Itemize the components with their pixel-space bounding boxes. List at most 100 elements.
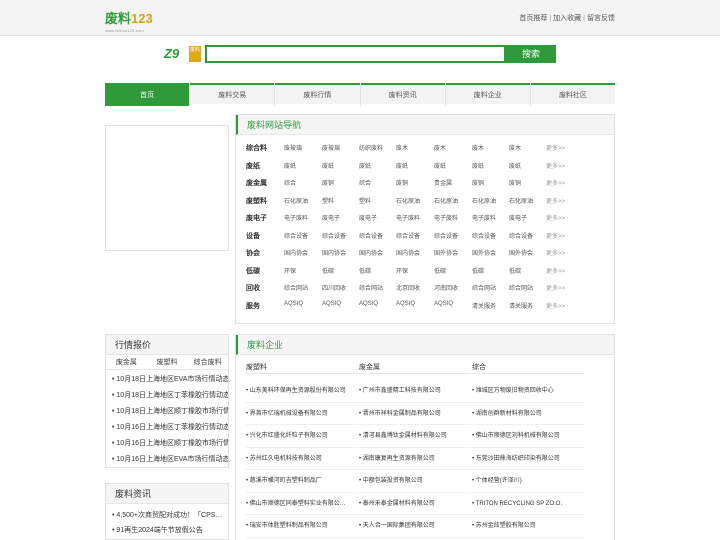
directory-link[interactable]: 废纸 [434, 161, 446, 170]
directory-link[interactable]: 国内协会 [322, 248, 346, 257]
directory-category[interactable]: 综合料 [246, 143, 267, 153]
directory-link[interactable]: 综合设备 [322, 231, 346, 240]
directory-link[interactable]: 废电子 [509, 213, 527, 222]
directory-link[interactable]: 综合网站 [359, 283, 383, 292]
directory-link[interactable]: 废木 [396, 143, 408, 152]
directory-link[interactable]: 废铜 [396, 178, 408, 187]
enterprise-item[interactable]: 个体经营(许泽川) [472, 470, 584, 493]
directory-category[interactable]: 废塑料 [246, 196, 267, 206]
search-button[interactable]: 搜索 [506, 45, 556, 63]
directory-link[interactable]: 国外协会 [509, 248, 533, 257]
directory-link[interactable]: 石化原油 [509, 196, 533, 205]
add-favorite-link[interactable]: 加入收藏 [553, 15, 581, 22]
feedback-link[interactable]: 留言反馈 [587, 15, 615, 22]
directory-category[interactable]: 协会 [246, 248, 260, 258]
directory-link[interactable]: 石化原油 [284, 196, 308, 205]
directory-link[interactable]: 废铜 [509, 178, 521, 187]
nav-news[interactable]: 废料资讯 [361, 83, 446, 106]
directory-link[interactable]: AQSIQ [396, 301, 415, 307]
enterprise-item[interactable]: 佛山市顺德区同泰塑料实业有限公… [246, 493, 358, 515]
directory-link[interactable]: 综合设备 [472, 231, 496, 240]
directory-more-link[interactable]: 更多>> [546, 283, 565, 292]
quote-item[interactable]: 10月18日上海地区顺丁橡胶市场行情 [112, 404, 228, 420]
directory-link[interactable]: 低碳 [509, 266, 521, 275]
directory-link[interactable]: AQSIQ [434, 301, 453, 307]
directory-link[interactable]: 国内协会 [396, 248, 420, 257]
tab-plastic[interactable]: 废塑料 [147, 355, 188, 369]
directory-more-link[interactable]: 更多>> [546, 231, 565, 240]
nav-enterprise[interactable]: 废料企业 [446, 83, 531, 106]
directory-link[interactable]: AQSIQ [284, 301, 303, 307]
directory-more-link[interactable]: 更多>> [546, 143, 565, 152]
enterprise-item[interactable]: 苏州红久电机科技有限公司 [246, 448, 358, 470]
directory-link[interactable]: 低碳 [472, 266, 484, 275]
directory-link[interactable]: 河南回收 [434, 283, 458, 292]
directory-link[interactable]: 废铜 [322, 178, 334, 187]
enterprise-item[interactable]: 兴化市红盛化纤粒子有限公司 [246, 425, 358, 448]
directory-link[interactable]: 废木 [472, 143, 484, 152]
enterprise-item[interactable]: 慈溪市横河町吉塑料制品厂 [246, 470, 358, 493]
directory-link[interactable]: 低碳 [434, 266, 446, 275]
directory-link[interactable]: 国外协会 [472, 248, 496, 257]
directory-link[interactable]: 废玻璃 [322, 143, 340, 152]
tab-general[interactable]: 综合废料 [187, 355, 228, 369]
directory-link[interactable]: 综合网站 [509, 283, 533, 292]
enterprise-item[interactable]: 山东美科环保再生资源股份有限公司 [246, 380, 358, 403]
enterprise-item[interactable]: 天人合一国际集团有限公司 [359, 515, 471, 538]
directory-link[interactable]: 综合网站 [284, 283, 308, 292]
directory-more-link[interactable]: 更多>> [546, 248, 565, 257]
directory-link[interactable]: 废玻璃 [284, 143, 302, 152]
directory-link[interactable]: 综合 [359, 178, 371, 187]
search-logo[interactable]: Z9 废料 [164, 45, 202, 63]
directory-link[interactable]: 国内协会 [359, 248, 383, 257]
directory-link[interactable]: 综合设备 [359, 231, 383, 240]
directory-link[interactable]: 电子废料 [396, 213, 420, 222]
quote-item[interactable]: 10月16日上海地区丁苯橡胶行情动态 [112, 420, 228, 436]
enterprise-item[interactable]: 湖南康复再生资源有限公司 [359, 448, 471, 470]
directory-more-link[interactable]: 更多>> [546, 178, 565, 187]
directory-link[interactable]: 低碳 [359, 266, 371, 275]
directory-link[interactable]: 环保 [396, 266, 408, 275]
directory-link[interactable]: 塑料 [322, 196, 334, 205]
quote-item[interactable]: 10月18日上海地区EVA市场行情动态 [112, 372, 228, 388]
enterprise-item[interactable]: 中额包装投资有限公司 [359, 470, 471, 493]
directory-link[interactable]: AQSIQ [359, 301, 378, 307]
enterprise-item[interactable]: 界首市亿瑞机械设备有限公司 [246, 403, 358, 425]
directory-link[interactable]: 纺织废料 [359, 143, 383, 152]
directory-category[interactable]: 废金属 [246, 178, 267, 188]
directory-link[interactable]: 废纸 [322, 161, 334, 170]
news-item[interactable]: 91再生2024端午节放假公告 [112, 523, 228, 538]
directory-link[interactable]: 废纸 [472, 161, 484, 170]
directory-link[interactable]: 清关服务 [509, 301, 533, 310]
directory-link[interactable]: 电子废料 [472, 213, 496, 222]
nav-home[interactable]: 首页 [105, 83, 191, 106]
directory-link[interactable]: 电子废料 [434, 213, 458, 222]
directory-more-link[interactable]: 更多>> [546, 161, 565, 170]
enterprise-item[interactable]: 广州市鑫盛精工科技有限公司 [359, 380, 471, 403]
enterprise-item[interactable]: 佛山市顺德区刘科机械有限公司 [472, 425, 584, 448]
directory-link[interactable]: 综合设备 [509, 231, 533, 240]
directory-link[interactable]: 环保 [284, 266, 296, 275]
directory-category[interactable]: 废纸 [246, 161, 260, 171]
directory-link[interactable]: 石化原油 [434, 196, 458, 205]
search-input[interactable] [205, 45, 506, 63]
quote-item[interactable]: 10月16日上海地区顺丁橡胶市场行情 [112, 436, 228, 452]
directory-more-link[interactable]: 更多>> [546, 213, 565, 222]
directory-more-link[interactable]: 更多>> [546, 301, 565, 310]
quote-item[interactable]: 10月18日上海地区丁苯橡胶行情动态 [112, 388, 228, 404]
enterprise-item[interactable]: 湖南创群新材料有限公司 [472, 403, 584, 425]
directory-category[interactable]: 废电子 [246, 213, 267, 223]
directory-link[interactable]: 低碳 [322, 266, 334, 275]
enterprise-item[interactable]: 瑞安市体胜塑料制品有限公司 [246, 515, 358, 538]
directory-link[interactable]: 国内协会 [284, 248, 308, 257]
directory-link[interactable]: 石化原油 [472, 196, 496, 205]
directory-link[interactable]: 废纸 [359, 161, 371, 170]
directory-link[interactable]: 综合 [284, 178, 296, 187]
directory-category[interactable]: 回收 [246, 283, 260, 293]
directory-category[interactable]: 服务 [246, 301, 260, 311]
directory-link[interactable]: 废纸 [284, 161, 296, 170]
enterprise-item[interactable]: 潍城区万物废旧物资回收中心 [472, 380, 584, 403]
enterprise-item[interactable]: TRITON RECYCLING SP ZO.O. [472, 493, 584, 515]
directory-link[interactable]: 综合设备 [396, 231, 420, 240]
site-logo[interactable]: 废料123 www.feiliao123.com [105, 8, 153, 33]
